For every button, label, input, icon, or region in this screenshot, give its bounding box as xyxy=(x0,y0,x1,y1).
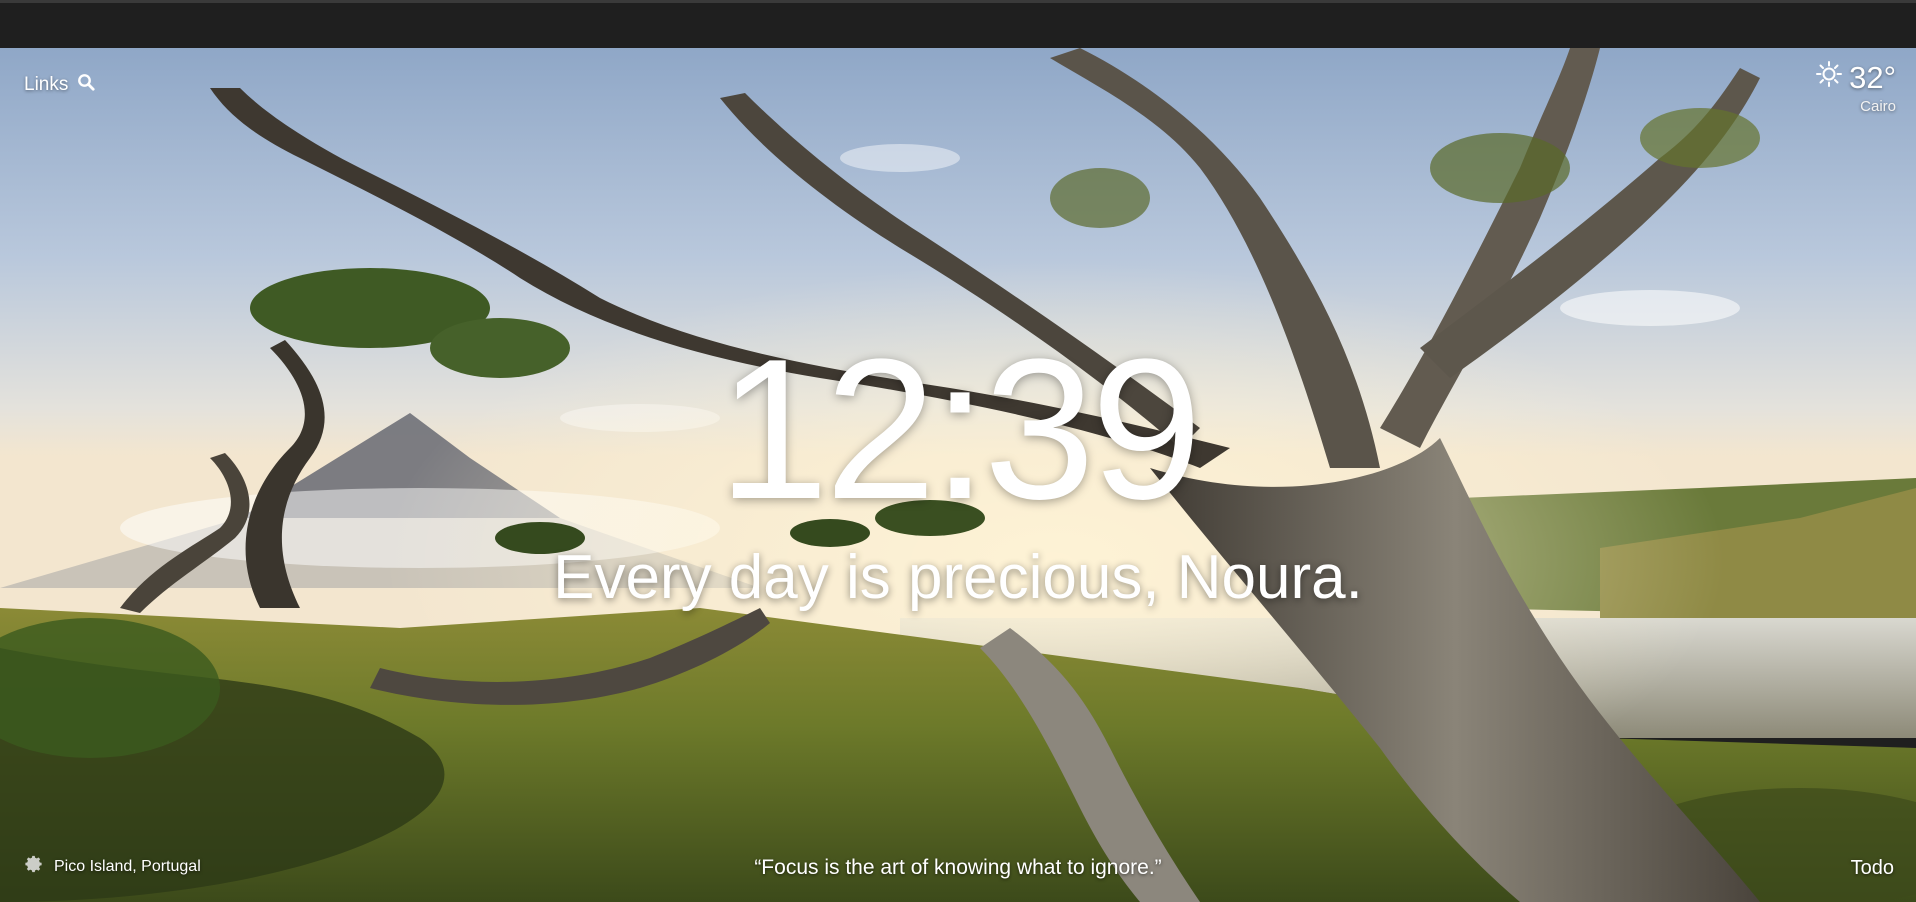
clock-time: 12:39 xyxy=(717,318,1203,541)
photo-info: Pico Island, Portugal xyxy=(22,853,201,880)
weather-widget[interactable]: 32° Cairo xyxy=(1815,60,1896,115)
weather-temperature: 32° xyxy=(1849,60,1896,95)
search-icon[interactable] xyxy=(77,73,95,97)
quote-text[interactable]: “Focus is the art of knowing what to ign… xyxy=(754,856,1161,879)
photo-location[interactable]: Pico Island, Portugal xyxy=(54,858,201,876)
sun-icon xyxy=(1815,60,1843,96)
todo-button[interactable]: Todo xyxy=(1851,857,1894,880)
new-tab-page: Links 32° Cairo 12:39 Every day is preci… xyxy=(0,0,1916,902)
browser-top-bar xyxy=(0,0,1916,48)
weather-city: Cairo xyxy=(1860,98,1896,115)
greeting-text[interactable]: Every day is precious, Noura. xyxy=(0,542,1916,614)
links-label: Links xyxy=(24,74,69,95)
gear-icon[interactable] xyxy=(22,853,44,880)
links-button[interactable]: Links xyxy=(24,73,95,97)
